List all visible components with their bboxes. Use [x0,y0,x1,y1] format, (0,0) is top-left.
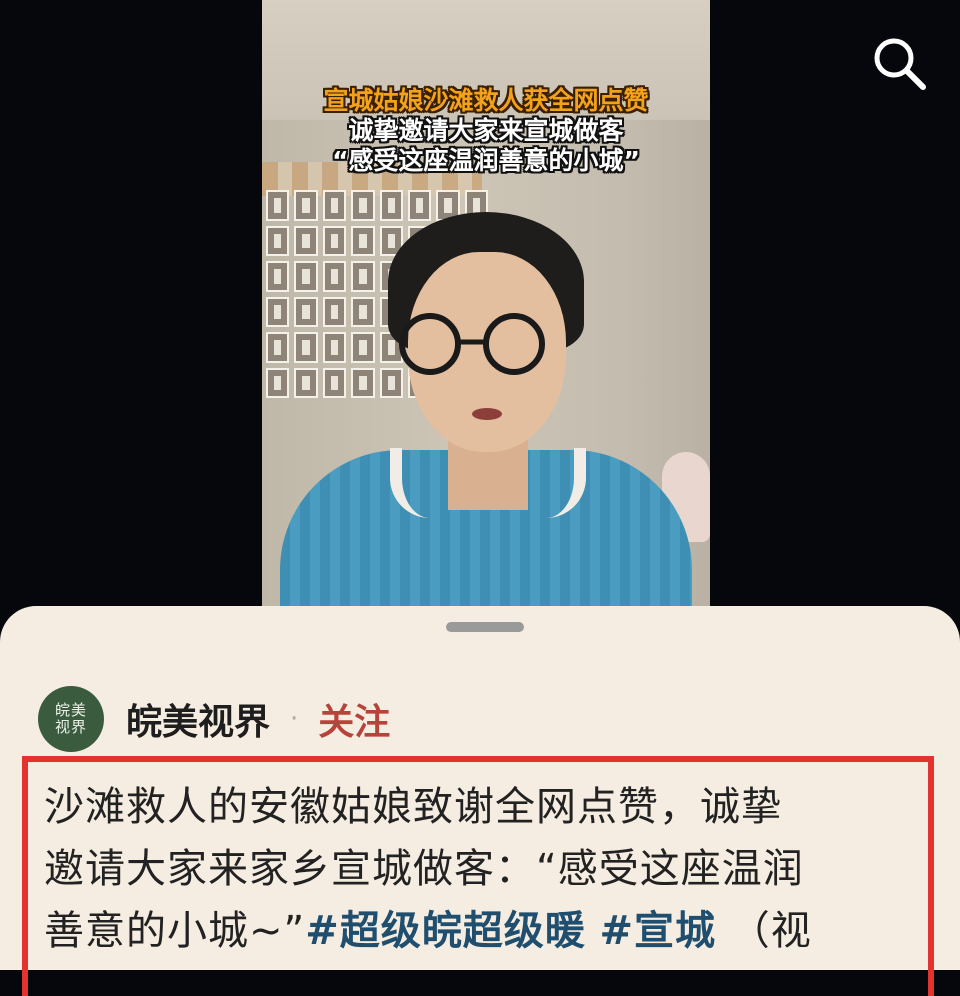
separator-dot: · [290,704,299,734]
video-player-area[interactable]: 宣城姑娘沙滩救人获全网点赞 诚挚邀请大家来宣城做客 “感受这座温润善意的小城” [0,0,960,640]
video-caption: 宣城姑娘沙滩救人获全网点赞 诚挚邀请大家来宣城做客 “感受这座温润善意的小城” [262,86,710,176]
video-caption-line-1: 宣城姑娘沙滩救人获全网点赞 [323,86,649,115]
post-detail-sheet: 皖美 视界 皖美视界 · 关注 沙滩救人的安徽姑娘致谢全网点赞，诚挚 邀请大家来… [0,606,960,996]
post-text-line-3-tail: （视 [729,908,812,954]
author-name[interactable]: 皖美视界 [126,693,270,745]
video-person-collar [390,448,586,518]
follow-button[interactable]: 关注 [318,693,390,745]
post-text-line-2: 邀请大家来家乡宣城做客：“感受这座温润 [44,846,804,892]
post-text-line-1: 沙滩救人的安徽姑娘致谢全网点赞，诚挚 [44,784,782,830]
post-text: 沙滩救人的安徽姑娘致谢全网点赞，诚挚 邀请大家来家乡宣城做客：“感受这座温润 善… [44,776,924,962]
post-text-line-3: 善意的小城~”#超级皖超级暖 #宣城 （视 [44,900,924,962]
search-button[interactable] [870,34,928,92]
post-text-line-3-plain: 善意的小城~” [44,908,306,954]
avatar[interactable]: 皖美 视界 [38,686,104,752]
post-text-highlight-box: 沙滩救人的安徽姑娘致谢全网点赞，诚挚 邀请大家来家乡宣城做客：“感受这座温润 善… [22,756,934,996]
sheet-drag-handle[interactable] [446,622,524,632]
search-icon [874,38,926,90]
avatar-text-line2: 视界 [54,718,87,736]
video-frame[interactable]: 宣城姑娘沙滩救人获全网点赞 诚挚邀请大家来宣城做客 “感受这座温润善意的小城” [262,0,710,610]
avatar-text-line1: 皖美 [54,701,87,719]
hashtag-link[interactable]: #超级皖超级暖 [305,908,586,954]
video-caption-line-2: 诚挚邀请大家来宣城做客 [348,116,624,145]
author-row: 皖美 视界 皖美视界 · 关注 [38,686,390,752]
video-caption-line-3: “感受这座温润善意的小城” [332,146,640,175]
video-person-mouth [472,408,502,420]
video-person-glasses [399,313,545,375]
hashtag-link[interactable]: #宣城 [599,908,716,954]
